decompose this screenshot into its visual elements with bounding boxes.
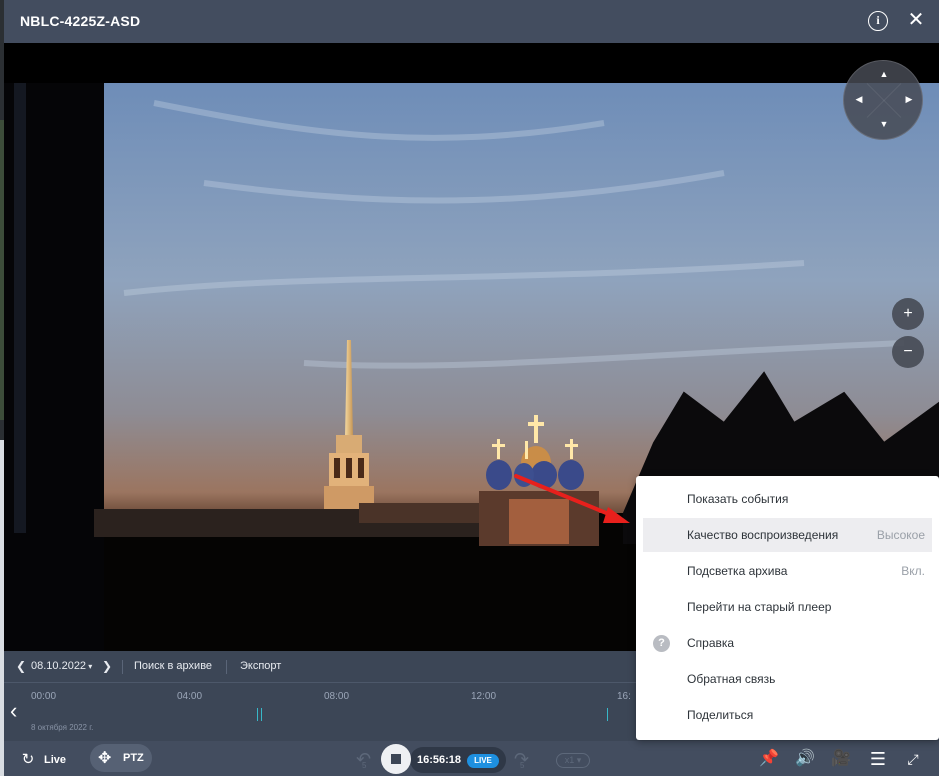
archive-mark: [607, 708, 608, 721]
timeline-back-icon[interactable]: ‹: [10, 700, 17, 722]
settings-menu: Показать события Качество воспроизведени…: [636, 476, 939, 740]
archive-mark: [261, 708, 262, 721]
date-label: 08.10.2022: [31, 660, 87, 672]
zoom-in-button[interactable]: +: [892, 298, 924, 330]
zoom-out-button[interactable]: −: [892, 336, 924, 368]
video-player-dialog: NBLC-4225Z-ASD i ✕ ▲ ▼ ◀ ▶ + − ❮ 08.10.2…: [4, 0, 939, 776]
rewind-step: 5: [362, 761, 367, 770]
volume-icon[interactable]: 🔊: [795, 749, 815, 769]
stop-button[interactable]: [381, 744, 411, 774]
refresh-icon[interactable]: ↻: [18, 750, 38, 770]
menu-item-show-events[interactable]: Показать события: [643, 482, 932, 516]
menu-item-feedback[interactable]: Обратная связь: [643, 662, 932, 696]
timeline-tick: 04:00: [177, 691, 203, 702]
ptz-left-icon[interactable]: ◀: [854, 94, 864, 104]
menu-item-help[interactable]: ? Справка: [643, 626, 932, 660]
menu-item-playback-quality[interactable]: Качество воспроизведения Высокое: [643, 518, 932, 552]
timeline-tick: 00:00: [31, 691, 57, 702]
forward-step: 5: [520, 761, 525, 770]
close-icon[interactable]: ✕: [905, 8, 927, 32]
hamburger-icon[interactable]: ☰: [868, 749, 888, 769]
ptz-control-pad[interactable]: ▲ ▼ ◀ ▶: [843, 60, 923, 140]
date-picker[interactable]: 08.10.2022 ▾: [31, 660, 92, 672]
pin-icon[interactable]: 📌: [759, 749, 779, 769]
archive-search-button[interactable]: Поиск в архиве: [134, 660, 212, 672]
archive-mark: [257, 708, 258, 721]
title-bar: NBLC-4225Z-ASD i ✕: [4, 0, 939, 43]
prev-date-icon[interactable]: ❮: [16, 659, 26, 673]
menu-item-old-player[interactable]: Перейти на старый плеер: [643, 590, 932, 624]
help-icon: ?: [653, 635, 670, 652]
timeline-tick: 12:00: [471, 691, 497, 702]
ptz-button[interactable]: ✥ PTZ: [90, 744, 152, 772]
speed-selector[interactable]: x1 ▾: [556, 753, 590, 768]
menu-item-archive-highlight[interactable]: Подсветка архива Вкл.: [643, 554, 932, 588]
timeline-tick: 08:00: [324, 691, 350, 702]
ptz-right-icon[interactable]: ▶: [904, 94, 914, 104]
move-icon: ✥: [98, 750, 112, 767]
ptz-down-icon[interactable]: ▼: [879, 119, 889, 129]
current-time: 16:56:18: [417, 754, 462, 766]
control-bar: ↻ Live ✥ PTZ ↶ 5 16:56:18 LIVE ↷ 5 x1 ▾ …: [4, 741, 939, 776]
live-badge: LIVE: [467, 754, 499, 768]
info-icon[interactable]: i: [868, 11, 888, 31]
ptz-label: PTZ: [123, 752, 144, 764]
next-date-icon[interactable]: ❯: [102, 659, 112, 673]
live-button[interactable]: Live: [44, 754, 66, 766]
camera-title: NBLC-4225Z-ASD: [20, 13, 141, 29]
fullscreen-icon[interactable]: ⤢: [903, 749, 923, 769]
camera-icon[interactable]: 🎥: [831, 749, 851, 769]
timeline-date: 8 октября 2022 г.: [31, 723, 94, 732]
menu-item-share[interactable]: Поделиться: [643, 698, 932, 732]
ptz-up-icon[interactable]: ▲: [879, 69, 889, 79]
export-button[interactable]: Экспорт: [240, 660, 281, 672]
archive-highlight-value: Вкл.: [901, 564, 925, 578]
playback-quality-value: Высокое: [876, 528, 925, 542]
timeline-tick: 16:: [617, 691, 631, 702]
